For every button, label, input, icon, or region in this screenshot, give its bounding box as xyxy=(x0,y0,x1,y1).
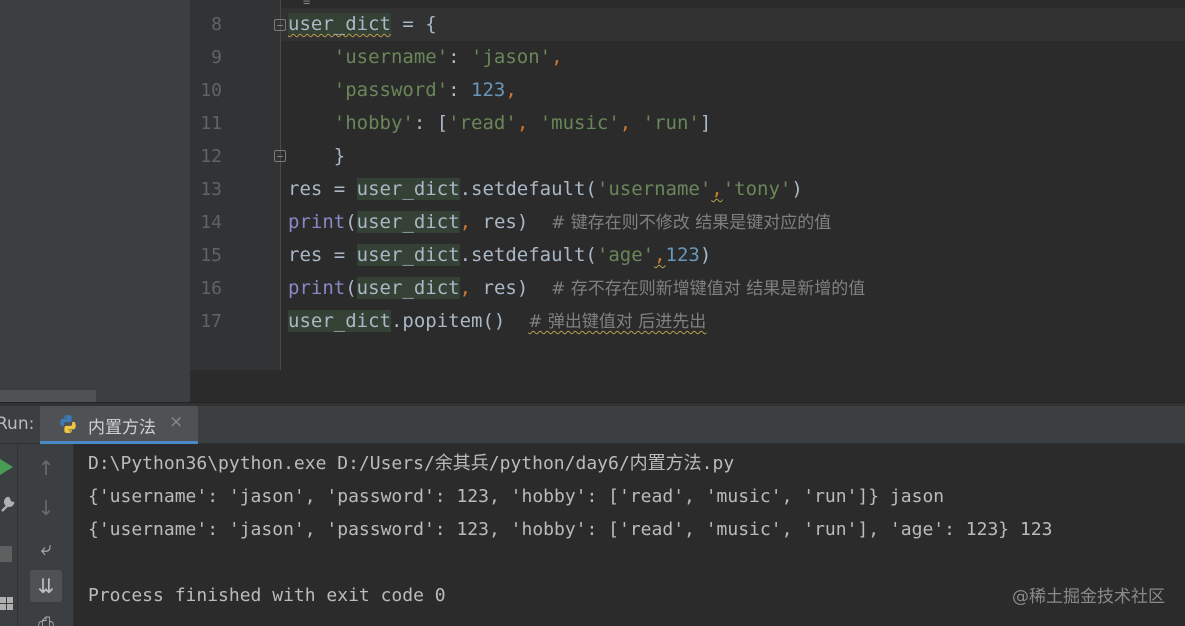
line-number: 13 xyxy=(200,179,222,200)
horizontal-scrollbar-thumb[interactable] xyxy=(0,390,96,402)
code-token: : xyxy=(448,46,472,68)
code-line[interactable]: 'hobby': ['read', 'music', 'run'] xyxy=(288,107,712,140)
code-token: , xyxy=(711,178,723,200)
code-line[interactable]: print(user_dict, res) # 键存在则不修改 结果是键对应的值 xyxy=(288,206,831,240)
code-token: user_dict xyxy=(356,178,460,200)
code-token: ) xyxy=(699,244,712,266)
code-token: 'hobby' xyxy=(333,112,414,134)
console-line: Process finished with exit code 0 xyxy=(88,585,446,606)
code-token: 'read' xyxy=(448,112,517,134)
code-token: ( xyxy=(345,277,357,299)
code-token: res = xyxy=(288,244,357,266)
code-token: = { xyxy=(390,13,437,35)
code-token: 'music' xyxy=(539,112,620,134)
code-token: , xyxy=(505,79,517,101)
code-token: .popitem() xyxy=(390,310,529,332)
code-token: 123 xyxy=(471,79,506,101)
code-token: print xyxy=(288,211,346,233)
run-tab-title: 内置方法 xyxy=(88,418,156,438)
code-token: , xyxy=(654,244,666,266)
run-label: Run: xyxy=(0,414,35,434)
run-actions-bar xyxy=(0,444,18,626)
line-number: 15 xyxy=(200,245,222,266)
code-token: , xyxy=(459,277,483,299)
code-line[interactable]: user_dict = { xyxy=(288,8,437,41)
project-panel xyxy=(0,0,190,402)
code-line[interactable]: 'password': 123, xyxy=(288,74,517,107)
fold-open-icon[interactable]: − xyxy=(274,19,286,32)
fold-close-icon[interactable]: − xyxy=(274,150,286,163)
arrow-down-icon[interactable]: ↓ xyxy=(30,492,62,524)
code-line[interactable]: res = user_dict.setdefault('age',123) xyxy=(288,239,711,272)
layout-icon[interactable] xyxy=(0,595,14,611)
soft-wrap-icon[interactable]: ⤶ xyxy=(30,532,62,564)
fold-hint-icon: ≡ xyxy=(303,0,311,8)
code-token: , xyxy=(516,112,540,134)
code-token: # 存不存在则新增键值对 结果是新增的值 xyxy=(551,279,866,299)
code-token: 'run' xyxy=(642,112,700,134)
code-line[interactable]: print(user_dict, res) # 存不存在则新增键值对 结果是新增… xyxy=(288,272,865,306)
code-token: user_dict xyxy=(356,211,460,233)
code-token: : xyxy=(448,79,472,101)
code-token: ) xyxy=(791,178,803,200)
console-toolbar: ↑ ↓ ⤶ ⇊ ⎙ xyxy=(18,444,74,626)
code-token: } xyxy=(288,145,346,167)
code-token: ] xyxy=(699,112,712,134)
code-token: # 键存在则不修改 结果是键对应的值 xyxy=(551,213,832,233)
code-token: ( xyxy=(345,211,357,233)
code-token: 'password' xyxy=(333,79,449,101)
line-number: 9 xyxy=(211,47,222,68)
code-line[interactable]: res = user_dict.setdefault('username','t… xyxy=(288,173,803,206)
code-token: , xyxy=(619,112,643,134)
line-number: 11 xyxy=(200,113,222,134)
editor-empty-area xyxy=(190,370,1185,402)
code-token: user_dict xyxy=(356,244,460,266)
code-token: .setdefault( xyxy=(459,178,597,200)
code-token: 'age' xyxy=(596,244,655,266)
code-token: 123 xyxy=(665,244,700,266)
line-number: 16 xyxy=(200,278,222,299)
line-number: 14 xyxy=(200,212,222,233)
watermark: @稀土掘金技术社区 xyxy=(1012,587,1165,607)
code-line[interactable]: 'username': 'jason', xyxy=(288,41,563,74)
code-token: : [ xyxy=(413,112,449,134)
close-icon[interactable]: × xyxy=(169,412,183,432)
run-config-tab[interactable]: 内置方法 × xyxy=(40,406,198,444)
line-number: 10 xyxy=(200,80,222,101)
code-line[interactable]: } xyxy=(288,140,345,173)
stop-icon[interactable] xyxy=(0,546,12,562)
arrow-up-icon[interactable]: ↑ xyxy=(30,452,62,484)
code-token: , xyxy=(459,211,483,233)
line-number: 8 xyxy=(211,14,222,35)
wrench-icon[interactable] xyxy=(0,495,16,513)
code-token: 'jason' xyxy=(471,46,552,68)
line-number: 12 xyxy=(200,146,222,167)
code-token: res) xyxy=(482,211,552,233)
print-icon[interactable]: ⎙ xyxy=(30,608,62,626)
run-play-icon[interactable] xyxy=(0,458,14,476)
run-tool-window-header: Run: 内置方法 × xyxy=(0,406,1185,444)
code-token: , xyxy=(551,46,563,68)
scroll-to-end-icon[interactable]: ⇊ xyxy=(30,570,62,602)
code-token: 'username' xyxy=(596,178,712,200)
line-number: 17 xyxy=(200,311,222,332)
code-token: user_dict xyxy=(288,310,391,332)
code-token: user_dict xyxy=(288,13,391,35)
console-line: {'username': 'jason', 'password': 123, '… xyxy=(88,519,1053,540)
code-token: 'username' xyxy=(333,46,449,68)
code-token: # 弹出键值对 后进先出 xyxy=(528,312,707,332)
python-file-icon xyxy=(60,415,76,433)
code-token: res = xyxy=(288,178,357,200)
console-line: D:\Python36\python.exe D:/Users/余其兵/pyth… xyxy=(88,453,735,474)
console-line: {'username': 'jason', 'password': 123, '… xyxy=(88,486,945,507)
code-token: 'tony' xyxy=(722,178,792,200)
code-token: print xyxy=(288,277,346,299)
code-line[interactable]: user_dict.popitem() # 弹出键值对 后进先出 xyxy=(288,305,706,339)
code-token: .setdefault( xyxy=(459,244,597,266)
code-token: user_dict xyxy=(356,277,460,299)
code-token: res) xyxy=(482,277,552,299)
